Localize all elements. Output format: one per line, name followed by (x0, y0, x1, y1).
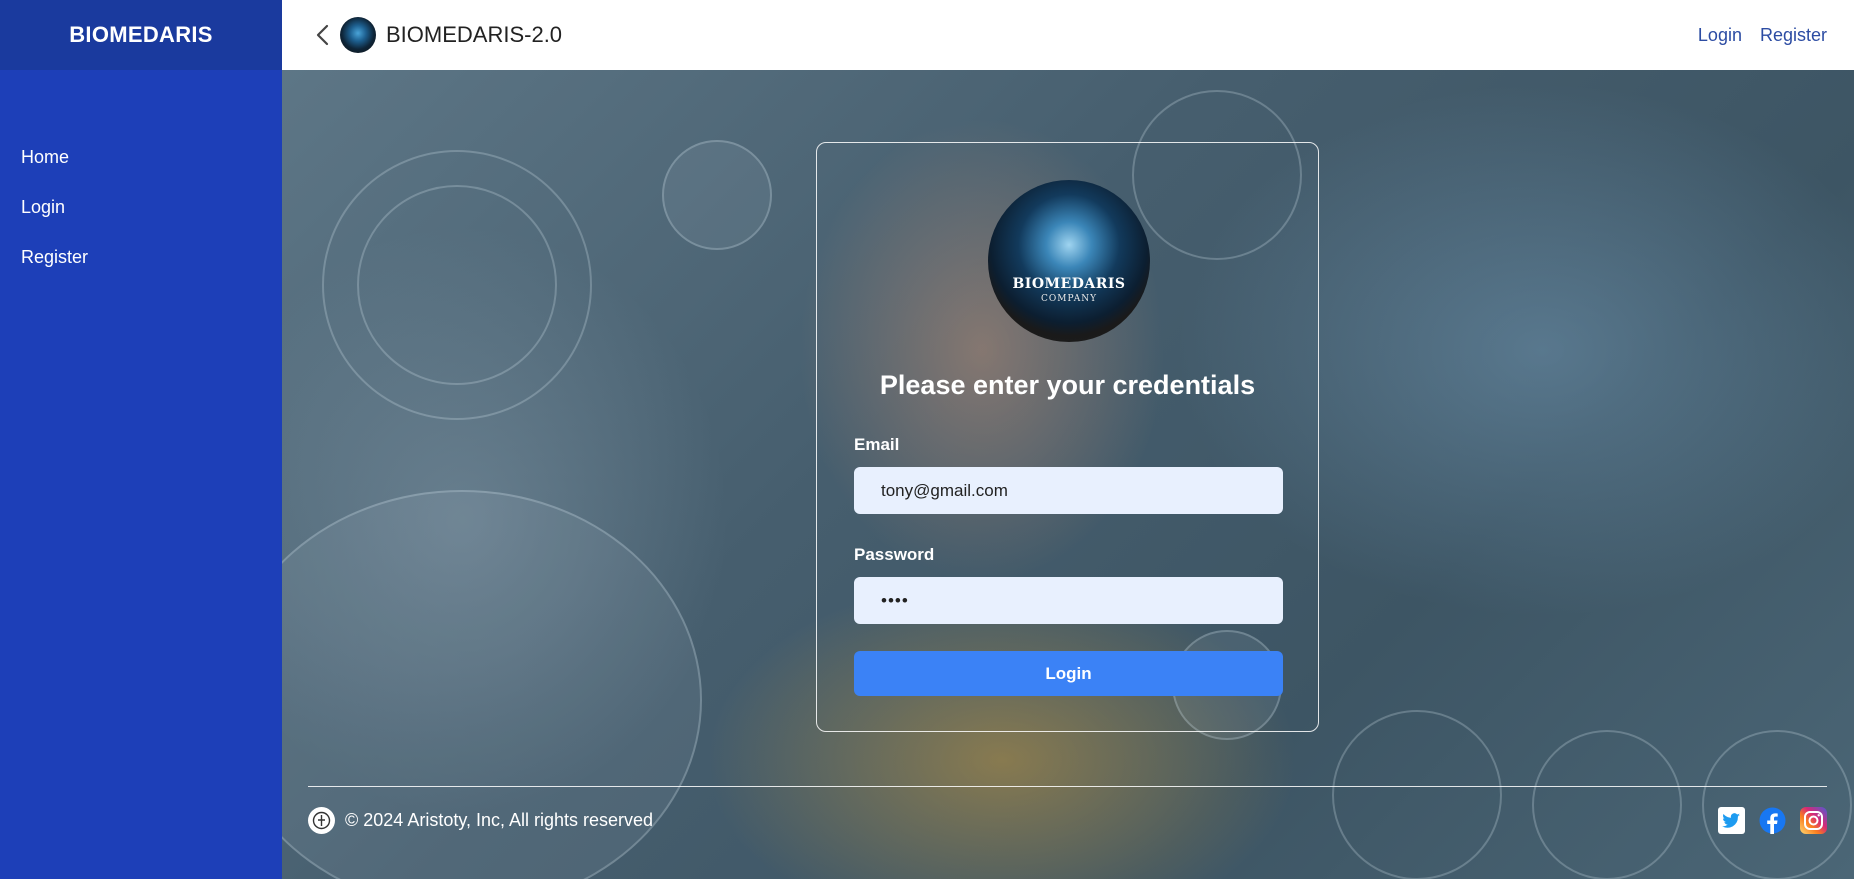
header-register-link[interactable]: Register (1760, 25, 1827, 46)
facebook-icon[interactable] (1759, 807, 1786, 834)
login-button[interactable]: Login (854, 651, 1283, 696)
password-label: Password (854, 545, 935, 564)
decorative-circle (1532, 730, 1682, 879)
logo-subtext: COMPANY (1040, 294, 1098, 304)
sidebar-nav: Home Login Register (0, 70, 282, 282)
login-card: BIOMEDARIS COMPANY Please enter your cre… (816, 142, 1319, 732)
decorative-circle (357, 185, 557, 385)
login-title: Please enter your credentials (879, 370, 1256, 400)
password-field[interactable]: •••• (854, 577, 1283, 624)
header-login-link[interactable]: Login (1698, 25, 1742, 46)
decorative-circle (1702, 730, 1852, 879)
email-field[interactable]: tony@gmail.com (854, 467, 1283, 514)
social-links (1718, 806, 1827, 834)
app-logo (340, 17, 376, 53)
sidebar-item-home[interactable]: Home (0, 132, 282, 182)
top-header: BIOMEDARIS-2.0 Login Register (282, 0, 1854, 70)
sidebar-item-register[interactable]: Register (0, 232, 282, 282)
logo-text: BIOMEDARIS (1012, 276, 1126, 292)
header-links: Login Register (1698, 25, 1827, 46)
email-label: Email (854, 435, 900, 454)
footer: © 2024 Aristoty, Inc, All rights reserve… (308, 806, 1827, 834)
footer-divider (308, 786, 1827, 787)
sidebar-brand: BIOMEDARIS (0, 0, 282, 70)
app-title: BIOMEDARIS-2.0 (386, 22, 563, 47)
decorative-circle (662, 140, 772, 250)
sidebar: BIOMEDARIS Home Login Register (0, 0, 282, 879)
footer-logo-icon (308, 806, 335, 834)
instagram-icon[interactable] (1800, 806, 1827, 834)
copyright-text: © 2024 Aristoty, Inc, All rights reserve… (345, 809, 654, 830)
chevron-left-icon[interactable] (310, 23, 334, 47)
company-logo: BIOMEDARIS COMPANY (988, 180, 1150, 342)
decorative-circle (1332, 710, 1502, 879)
sidebar-item-login[interactable]: Login (0, 182, 282, 232)
twitter-icon[interactable] (1718, 806, 1745, 834)
